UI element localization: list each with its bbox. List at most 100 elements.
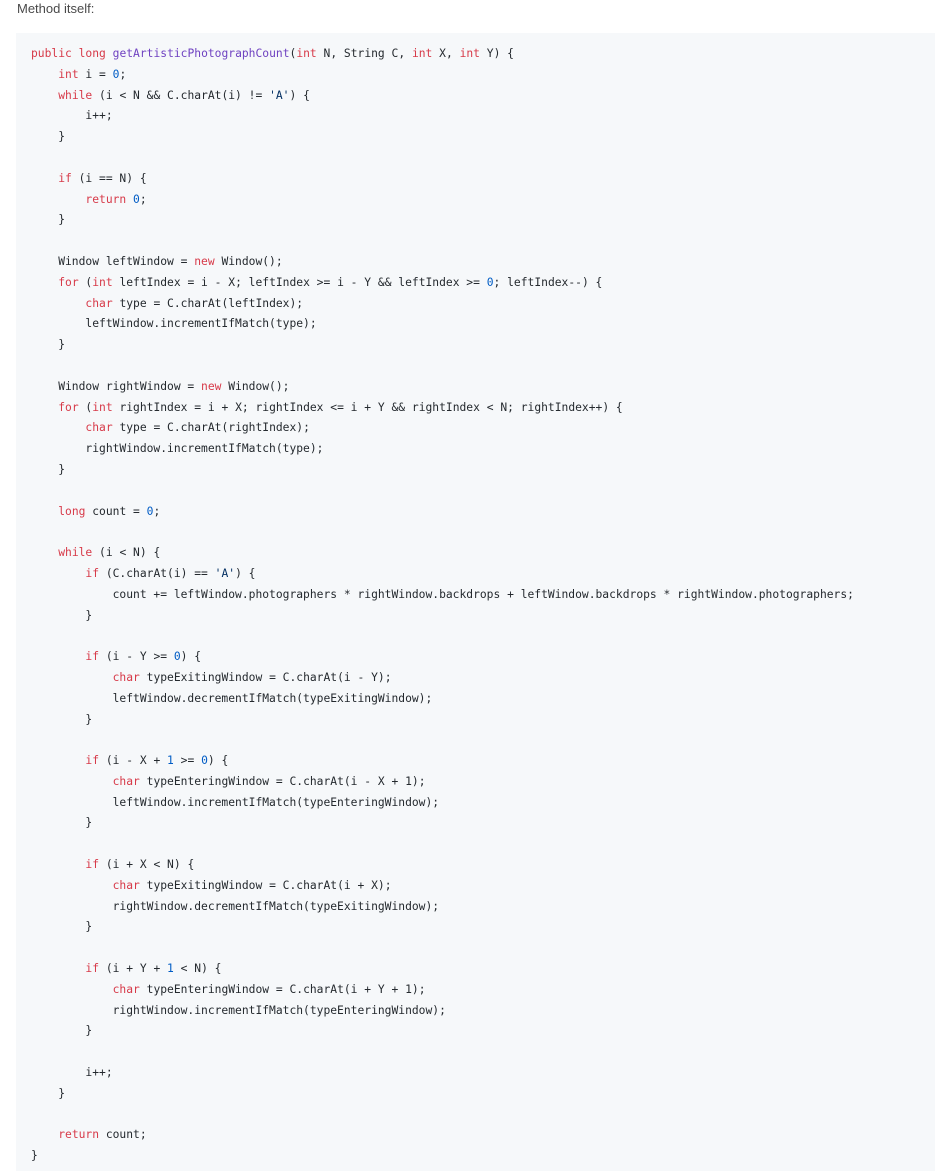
code-token: (i + Y + — [99, 962, 168, 976]
code-line: for (int rightIndex = i + X; rightIndex … — [31, 398, 854, 419]
code-token: rightWindow.incrementIfMatch(typeEnterin… — [31, 1003, 446, 1017]
code-token: if — [85, 650, 100, 664]
code-token: (i < N) { — [92, 546, 161, 560]
code-line: char type = C.charAt(rightIndex); — [31, 418, 854, 439]
code-line: } — [31, 335, 854, 356]
code-token: 0 — [173, 650, 181, 664]
code-token: new — [201, 379, 222, 393]
code-token: 1 — [167, 754, 174, 768]
code-token: public — [31, 47, 72, 60]
code-line: i++; — [31, 106, 854, 127]
code-token: Window leftWindow = — [31, 254, 195, 268]
code-line: leftWindow.decrementIfMatch(typeExitingW… — [31, 689, 854, 710]
code-token: for — [58, 275, 79, 289]
code-line: leftWindow.incrementIfMatch(typeEntering… — [31, 793, 854, 814]
code-block: public long getArtisticPhotographCount(i… — [16, 33, 935, 1171]
code-token: leftWindow.incrementIfMatch(typeEntering… — [31, 795, 440, 809]
code-line: char typeExitingWindow = C.charAt(i + X)… — [31, 876, 854, 897]
code-token: } — [31, 712, 93, 726]
code-token: ; — [153, 504, 161, 518]
code-token: typeExitingWindow = C.charAt(i - Y); — [139, 670, 392, 684]
code-token: ; — [139, 192, 147, 206]
code-token: char — [112, 982, 140, 996]
code-token: } — [31, 1086, 66, 1100]
code-line: Window leftWindow = new Window(); — [31, 252, 854, 273]
code-token: >= — [173, 754, 202, 768]
code-token: ; leftIndex--) { — [493, 275, 603, 289]
code-line: if (i + Y + 1 < N) { — [31, 959, 854, 980]
code-token: return — [58, 1128, 100, 1142]
code-token: } — [31, 920, 93, 934]
code-token: 0 — [133, 192, 140, 206]
code-token: } — [31, 462, 66, 476]
code-token: typeEnteringWindow = C.charAt(i + Y + 1)… — [139, 982, 426, 996]
code-token: leftWindow.incrementIfMatch(type); — [31, 317, 317, 331]
code-token: count = — [85, 504, 147, 518]
code-token: if — [85, 858, 100, 872]
code-token: char — [112, 670, 140, 684]
code-token: type = C.charAt(rightIndex); — [112, 421, 310, 435]
code-token: type = C.charAt(leftIndex); — [112, 296, 304, 310]
code-line: rightWindow.incrementIfMatch(typeEnterin… — [31, 1001, 854, 1022]
code-token: char — [112, 878, 140, 892]
code-token: ; — [119, 67, 127, 81]
code-token: int — [459, 47, 480, 60]
code-line: while (i < N && C.charAt(i) != 'A') { — [31, 86, 854, 107]
code-token: for — [58, 400, 79, 414]
code-token: ( — [78, 275, 93, 289]
code-token: count; — [99, 1128, 147, 1142]
code-token: X, — [432, 47, 460, 60]
code-line: } — [31, 460, 854, 481]
code-token: leftWindow.decrementIfMatch(typeExitingW… — [31, 691, 433, 705]
code-line: } — [31, 210, 854, 231]
code-token: long — [58, 504, 86, 518]
code-token: if — [58, 171, 72, 185]
code-line: return 0; — [31, 190, 854, 211]
code-token: ) { — [235, 566, 256, 580]
code-token: N, String C, — [316, 47, 412, 60]
code-line: public long getArtisticPhotographCount(i… — [31, 44, 854, 65]
code-token: i++; — [31, 109, 113, 123]
code-token: int — [92, 400, 113, 414]
code-token: ) { — [289, 88, 310, 102]
code-token: char — [85, 296, 113, 310]
code-line: } — [31, 813, 854, 834]
code-token: Window rightWindow = — [31, 379, 202, 393]
code-token: while — [58, 546, 93, 560]
code-token: ) { — [180, 650, 202, 664]
code-token: 'A' — [269, 88, 290, 102]
code-token: Window(); — [221, 379, 290, 393]
code-token: int — [411, 47, 433, 60]
intro-text: Method itself: — [17, 1, 95, 16]
code-token: (i - Y >= — [99, 650, 174, 664]
code-token: int — [296, 47, 317, 60]
code-token: (i - X + — [99, 754, 168, 768]
code-token: typeEnteringWindow = C.charAt(i - X + 1)… — [139, 774, 426, 788]
code-line: } — [31, 1146, 854, 1167]
code-token: } — [31, 338, 66, 352]
code-token: (i < N && C.charAt(i) != — [92, 88, 270, 102]
code-line: count += leftWindow.photographers * righ… — [31, 585, 854, 606]
code-line: i++; — [31, 1063, 854, 1084]
code-line: char typeEnteringWindow = C.charAt(i + Y… — [31, 980, 854, 1001]
code-line: while (i < N) { — [31, 543, 854, 564]
code-token: 0 — [486, 275, 494, 289]
code-line: } — [31, 917, 854, 938]
code-token: if — [85, 754, 100, 768]
